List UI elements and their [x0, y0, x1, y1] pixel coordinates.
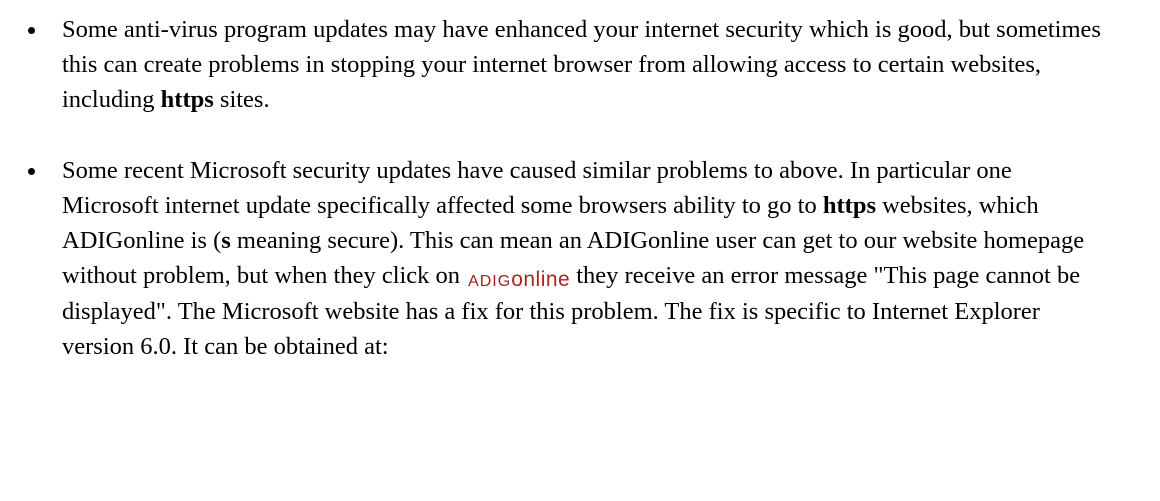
- bullet-icon: [28, 168, 35, 175]
- paragraph-antivirus: Some anti-virus program updates may have…: [62, 12, 1102, 117]
- logo-text-adig: ADIG: [468, 273, 512, 290]
- bold-https: https: [160, 86, 214, 113]
- bold-https: https: [822, 192, 876, 219]
- paragraph-microsoft: Some recent Microsoft security updates h…: [62, 153, 1102, 364]
- text-segment: sites.: [213, 86, 270, 113]
- logo-text-online: online: [511, 268, 571, 291]
- bullet-list: Some anti-virus program updates may have…: [0, 0, 1160, 364]
- bold-s: s: [221, 227, 231, 254]
- list-item-antivirus: Some anti-virus program updates may have…: [0, 12, 1102, 117]
- adigonline-logo[interactable]: ADIGonline: [468, 268, 570, 294]
- list-item-microsoft: Some recent Microsoft security updates h…: [0, 153, 1102, 364]
- bullet-icon: [28, 27, 35, 34]
